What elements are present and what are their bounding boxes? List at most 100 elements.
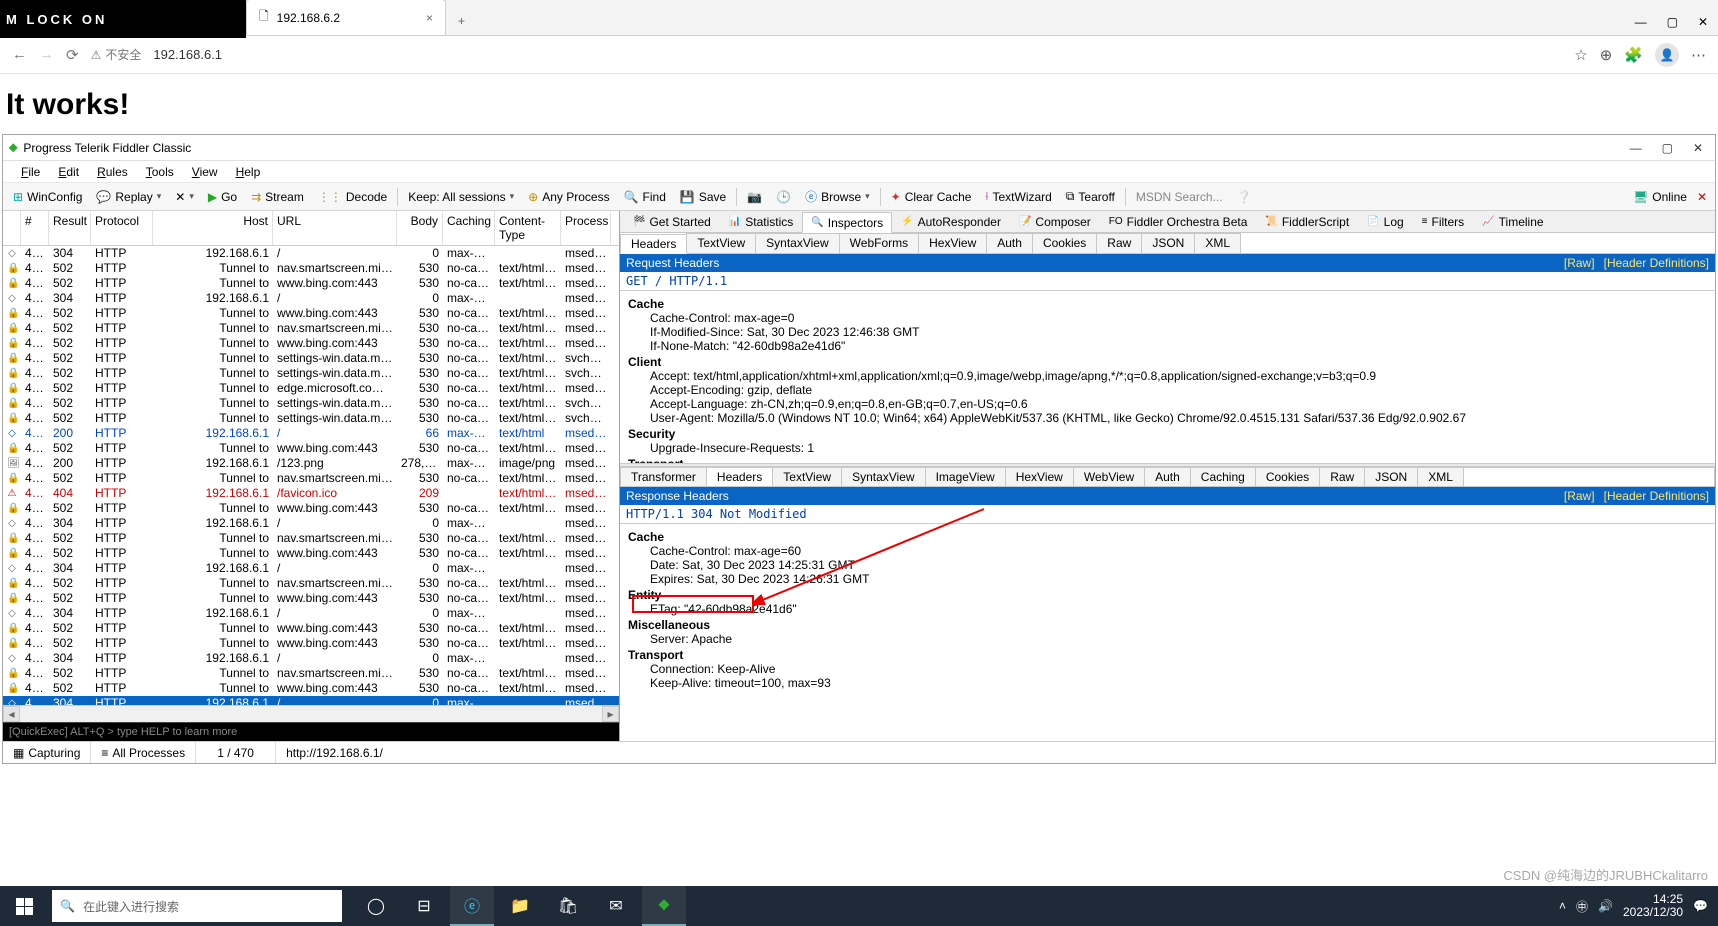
header-line[interactable]: Server: Apache <box>628 632 1707 646</box>
sessions-header[interactable]: # Result Protocol Host URL Body Caching … <box>3 211 619 246</box>
res-tab-auth[interactable]: Auth <box>1145 468 1191 486</box>
fiddler-taskbar-icon[interactable]: ⬥ <box>642 886 686 926</box>
req-tab-syntaxview[interactable]: SyntaxView <box>755 233 839 253</box>
explorer-taskbar-icon[interactable]: 📁 <box>498 886 542 926</box>
col-caching[interactable]: Caching <box>443 211 495 245</box>
session-row[interactable]: 🔒459502HTTPTunnel tosettings-win.data.mi… <box>3 396 619 411</box>
session-row[interactable]: 🔒450502HTTPTunnel towww.bing.com:443530n… <box>3 276 619 291</box>
menu-edit[interactable]: Edit <box>50 163 87 181</box>
taskbar-search[interactable]: 🔍 在此键入进行搜索 <box>52 890 342 922</box>
session-row[interactable]: 🔒458502HTTPTunnel toedge.microsoft.com:4… <box>3 381 619 396</box>
url-text[interactable]: 192.168.6.1 <box>153 47 222 62</box>
col-result[interactable]: Result <box>49 211 91 245</box>
menu-file[interactable]: File <box>13 163 48 181</box>
session-row[interactable]: 🔒452502HTTPTunnel towww.bing.com:443530n… <box>3 306 619 321</box>
window-maximize-icon[interactable]: ▢ <box>1667 15 1678 29</box>
quickexec-bar[interactable]: [QuickExec] ALT+Q > type HELP to learn m… <box>3 722 619 741</box>
col-host[interactable]: Host <box>153 211 273 245</box>
browse-button[interactable]: ⓔBrowse <box>799 186 876 207</box>
scroll-right-icon[interactable]: ▸ <box>602 706 619 722</box>
col-protocol[interactable]: Protocol <box>91 211 153 245</box>
req-tab-xml[interactable]: XML <box>1194 233 1241 253</box>
session-row[interactable]: ◇448304HTTP192.168.6.1/0max-ag...msedg..… <box>3 246 619 261</box>
fiddler-minimize-icon[interactable]: — <box>1630 141 1642 155</box>
res-tab-syntaxview[interactable]: SyntaxView <box>842 468 925 486</box>
header-line[interactable]: ETag: "42-60db98a2e41d6" <box>628 602 1707 616</box>
remove-button[interactable]: ✕ <box>169 188 200 206</box>
session-row[interactable]: ◇473304HTTP192.168.6.1/0max-ag...msedg..… <box>3 606 619 621</box>
tray-ime-icon[interactable]: ㊥ <box>1576 898 1588 915</box>
session-row[interactable]: 🔒457502HTTPTunnel tosettings-win.data.mi… <box>3 366 619 381</box>
header-line[interactable]: Upgrade-Insecure-Requests: 1 <box>628 441 1707 455</box>
session-row[interactable]: 🔒454502HTTPTunnel towww.bing.com:443530n… <box>3 336 619 351</box>
header-line[interactable]: Accept-Encoding: gzip, deflate <box>628 383 1707 397</box>
window-close-icon[interactable]: ✕ <box>1698 15 1708 29</box>
edge-taskbar-icon[interactable]: ⓔ <box>450 886 494 926</box>
header-line[interactable]: Connection: Keep-Alive <box>628 662 1707 676</box>
session-row[interactable]: 🔒475502HTTPTunnel towww.bing.com:443530n… <box>3 636 619 651</box>
response-headers[interactable]: CacheCache-Control: max-age=60Date: Sat,… <box>620 524 1715 741</box>
replay-button[interactable]: 💬Replay <box>90 188 167 206</box>
screenshot-button[interactable]: 📷 <box>741 188 768 206</box>
profile-avatar[interactable]: 👤 <box>1655 43 1679 67</box>
tray-volume-icon[interactable]: 🔊 <box>1598 899 1613 913</box>
sessions-list[interactable]: ◇448304HTTP192.168.6.1/0max-ag...msedg..… <box>3 246 619 705</box>
keep-sessions-dropdown[interactable]: Keep: All sessions <box>402 188 520 206</box>
menu-help[interactable]: Help <box>228 163 269 181</box>
raw-link[interactable]: [Raw] <box>1564 256 1595 270</box>
fiddler-maximize-icon[interactable]: ▢ <box>1662 141 1673 155</box>
session-row[interactable]: ◇476304HTTP192.168.6.1/0max-ag...msedg..… <box>3 651 619 666</box>
req-tab-cookies[interactable]: Cookies <box>1032 233 1097 253</box>
tab-get-started[interactable]: 🏁Get Started <box>624 211 720 232</box>
tab-autoresponder[interactable]: ⚡AutoResponder <box>892 211 1010 232</box>
session-row[interactable]: 🔒466502HTTPTunnel towww.bing.com:443530n… <box>3 501 619 516</box>
tray-clock[interactable]: 14:25 2023/12/30 <box>1623 893 1683 919</box>
tab-log[interactable]: 📄Log <box>1358 211 1412 232</box>
req-tab-hexview[interactable]: HexView <box>918 233 987 253</box>
tab-filters[interactable]: ≡Filters <box>1413 211 1474 232</box>
tray-chevron-icon[interactable]: ˄ <box>1559 899 1566 913</box>
msdn-search-input[interactable]: MSDN Search... <box>1130 188 1229 206</box>
favorite-icon[interactable]: ☆ <box>1574 46 1587 64</box>
cortana-icon[interactable]: ⊟ <box>402 886 446 926</box>
col-id[interactable]: # <box>21 211 49 245</box>
tab-statistics[interactable]: 📊Statistics <box>720 211 802 232</box>
system-tray[interactable]: ˄ ㊥ 🔊 14:25 2023/12/30 💬 <box>1549 893 1718 919</box>
req-tab-textview[interactable]: TextView <box>686 233 756 253</box>
tab-composer[interactable]: 📝Composer <box>1010 211 1100 232</box>
res-tab-webview[interactable]: WebView <box>1074 468 1145 486</box>
session-row[interactable]: ◇479304HTTP192.168.6.1/0max-ag...msedg..… <box>3 696 619 705</box>
tearoff-button[interactable]: ⧉Tearoff <box>1060 187 1121 206</box>
tab-timeline[interactable]: 📈Timeline <box>1473 211 1552 232</box>
security-badge[interactable]: ⚠不安全 <box>91 46 142 63</box>
scroll-left-icon[interactable]: ◂ <box>3 706 20 722</box>
tab-inspectors[interactable]: 🔍Inspectors <box>802 212 892 233</box>
fiddler-titlebar[interactable]: ⬥ Progress Telerik Fiddler Classic — ▢ ✕ <box>3 135 1715 161</box>
fiddler-close-icon[interactable]: ✕ <box>1693 141 1703 155</box>
col-body[interactable]: Body <box>397 211 443 245</box>
res-tab-imageview[interactable]: ImageView <box>926 468 1006 486</box>
task-view-icon[interactable]: ◯ <box>354 886 398 926</box>
menu-rules[interactable]: Rules <box>89 163 136 181</box>
textwizard-button[interactable]: ⟊TextWizard <box>979 187 1057 206</box>
winconfig-button[interactable]: ⊞WinConfig <box>7 188 88 206</box>
capturing-indicator[interactable]: ▦Capturing <box>3 742 91 763</box>
header-line[interactable]: If-None-Match: "42-60db98a2e41d6" <box>628 339 1707 353</box>
raw-link[interactable]: [Raw] <box>1564 489 1595 503</box>
menu-tools[interactable]: Tools <box>138 163 182 181</box>
browser-tab[interactable]: 🗋 192.168.6.2 × <box>246 0 446 35</box>
request-headers[interactable]: CacheCache-Control: max-age=0If-Modified… <box>620 291 1715 463</box>
header-line[interactable]: User-Agent: Mozilla/5.0 (Windows NT 10.0… <box>628 411 1707 425</box>
header-line[interactable]: Date: Sat, 30 Dec 2023 14:25:31 GMT <box>628 558 1707 572</box>
more-menu-icon[interactable]: ⋯ <box>1691 46 1706 64</box>
sessions-scrollbar[interactable]: ◂ ▸ <box>3 705 619 722</box>
session-row[interactable]: ⚠465404HTTP192.168.6.1/favicon.ico209tex… <box>3 486 619 501</box>
session-row[interactable]: ◇451304HTTP192.168.6.1/0max-ag...msedg..… <box>3 291 619 306</box>
header-line[interactable]: Cache-Control: max-age=0 <box>628 311 1707 325</box>
session-row[interactable]: 🔒449502HTTPTunnel tonav.smartscreen.micr… <box>3 261 619 276</box>
session-row[interactable]: 🔒474502HTTPTunnel towww.bing.com:443530n… <box>3 621 619 636</box>
clear-cache-button[interactable]: ✦Clear Cache <box>885 188 978 206</box>
stream-button[interactable]: ⇉Stream <box>245 188 310 206</box>
req-tab-webforms[interactable]: WebForms <box>839 233 919 253</box>
back-button[interactable]: ← <box>12 46 27 63</box>
